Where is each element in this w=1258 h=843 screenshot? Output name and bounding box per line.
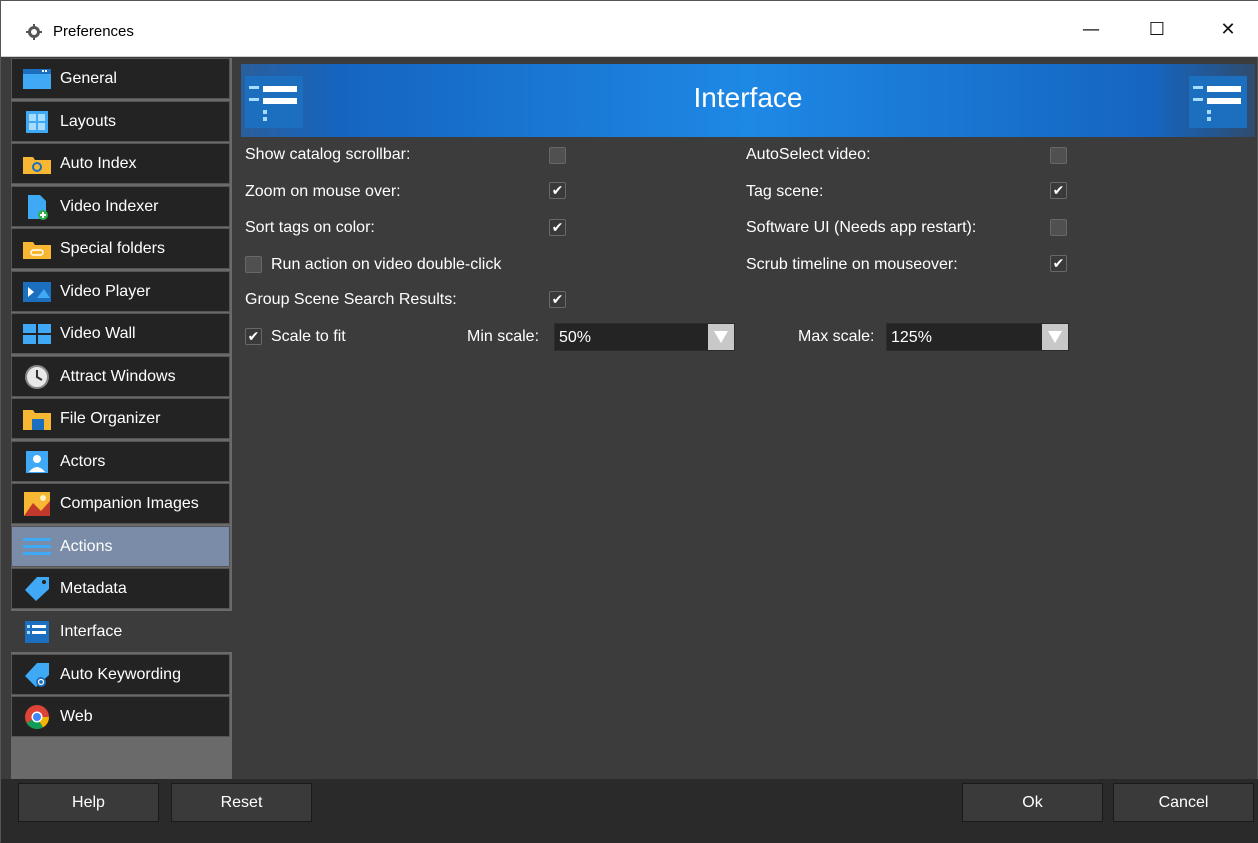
sidebar-item-label: Companion Images [60, 494, 199, 512]
chevron-down-icon [1042, 324, 1068, 350]
scrub-timeline-label: Scrub timeline on mouseover: [746, 256, 958, 273]
sidebar-item-label: Layouts [60, 112, 117, 130]
zoom-on-mouse-over-label: Zoom on mouse over: [245, 183, 401, 200]
file-organizer-icon [22, 406, 52, 432]
sidebar-item-actions[interactable]: Actions [11, 526, 230, 567]
sidebar-item-label: Video Player [60, 282, 151, 300]
max-scale-dropdown[interactable]: 125% [886, 323, 1069, 351]
sidebar-item-label: Video Wall [60, 324, 136, 342]
section-header: Interface [241, 64, 1255, 137]
general-icon [22, 66, 52, 92]
sidebar-item-label: File Organizer [60, 409, 161, 427]
video-wall-icon [22, 321, 52, 347]
max-scale-label: Max scale: [798, 328, 875, 345]
sidebar-item-video-wall[interactable]: Video Wall [11, 313, 230, 354]
sidebar-item-label: General [60, 69, 117, 87]
sidebar-item-layouts[interactable]: Layouts [11, 101, 230, 142]
min-scale-dropdown[interactable]: 50% [554, 323, 735, 351]
chrome-icon [22, 704, 52, 730]
group-scene-search-checkbox[interactable]: ✔ [549, 291, 566, 308]
software-ui-checkbox[interactable] [1050, 219, 1067, 236]
min-scale-label: Min scale: [467, 328, 540, 345]
actor-icon [22, 449, 52, 475]
group-scene-search-label: Group Scene Search Results: [245, 291, 457, 308]
sidebar-item-attract-windows[interactable]: Attract Windows [11, 356, 230, 397]
special-folders-icon [22, 236, 52, 262]
window-title: Preferences [53, 23, 134, 40]
scale-to-fit-checkbox[interactable]: ✔ [245, 328, 262, 345]
sidebar-item-auto-index[interactable]: Auto Index [11, 143, 230, 184]
sidebar: General Layouts Auto Index Video Indexer… [11, 58, 232, 779]
run-action-double-click-checkbox[interactable] [245, 256, 262, 273]
sidebar-item-general[interactable]: General [11, 58, 230, 99]
tag-icon [22, 576, 52, 602]
auto-tag-icon [22, 662, 52, 688]
sidebar-item-file-organizer[interactable]: File Organizer [11, 398, 230, 439]
sidebar-item-label: Video Indexer [60, 197, 159, 215]
page-title: Interface [693, 82, 803, 113]
sidebar-item-label: Auto Keywording [60, 665, 181, 683]
clock-icon [22, 364, 52, 390]
title-bar: Preferences — ☐ ✕ [1, 1, 1258, 57]
sidebar-item-label: Interface [60, 622, 123, 640]
sidebar-item-label: Actions [60, 537, 113, 555]
sidebar-item-actors[interactable]: Actors [11, 441, 230, 482]
sidebar-item-special-folders[interactable]: Special folders [11, 228, 230, 269]
button-bar: Help Reset Ok Cancel [1, 779, 1258, 843]
chevron-down-icon [708, 324, 734, 350]
sidebar-item-label: Special folders [60, 239, 165, 257]
sort-tags-on-color-checkbox[interactable]: ✔ [549, 219, 566, 236]
sidebar-item-video-player[interactable]: Video Player [11, 271, 230, 312]
minimize-button[interactable]: — [1068, 11, 1114, 47]
sidebar-item-video-indexer[interactable]: Video Indexer [11, 186, 230, 227]
tag-scene-label: Tag scene: [746, 183, 824, 200]
autoselect-video-checkbox[interactable] [1050, 147, 1067, 164]
run-action-double-click-label: Run action on video double-click [271, 256, 502, 273]
show-catalog-scrollbar-label: Show catalog scrollbar: [245, 146, 411, 163]
sort-tags-on-color-label: Sort tags on color: [245, 219, 375, 236]
tag-scene-checkbox[interactable]: ✔ [1050, 182, 1067, 199]
sidebar-item-web[interactable]: Web [11, 696, 230, 737]
sidebar-item-auto-keywording[interactable]: Auto Keywording [11, 654, 230, 695]
sidebar-item-companion-images[interactable]: Companion Images [11, 483, 230, 524]
reset-button[interactable]: Reset [171, 783, 312, 822]
interface-icon [22, 619, 52, 645]
layouts-icon [22, 109, 52, 135]
zoom-on-mouse-over-checkbox[interactable]: ✔ [549, 182, 566, 199]
show-catalog-scrollbar-checkbox[interactable] [549, 147, 566, 164]
video-indexer-icon [22, 194, 52, 220]
scrub-timeline-checkbox[interactable]: ✔ [1050, 255, 1067, 272]
gear-icon [26, 24, 42, 40]
preferences-window: Preferences — ☐ ✕ General Layouts Auto I… [0, 0, 1258, 843]
sidebar-item-interface[interactable]: Interface [11, 611, 232, 652]
sidebar-item-metadata[interactable]: Metadata [11, 568, 230, 609]
autoselect-video-label: AutoSelect video: [746, 146, 871, 163]
max-scale-value: 125% [891, 329, 932, 346]
cancel-button[interactable]: Cancel [1113, 783, 1254, 822]
ok-button[interactable]: Ok [962, 783, 1103, 822]
maximize-button[interactable]: ☐ [1134, 11, 1180, 47]
help-button[interactable]: Help [18, 783, 159, 822]
software-ui-label: Software UI (Needs app restart): [746, 219, 977, 236]
scale-to-fit-label: Scale to fit [271, 328, 346, 345]
min-scale-value: 50% [559, 329, 592, 346]
auto-index-icon [22, 151, 52, 177]
sidebar-item-label: Actors [60, 452, 106, 470]
sidebar-item-label: Web [60, 707, 93, 725]
video-player-icon [22, 279, 52, 305]
interface-icon [1189, 76, 1247, 128]
close-button[interactable]: ✕ [1205, 11, 1251, 47]
sidebar-item-label: Auto Index [60, 154, 137, 172]
image-icon [22, 491, 52, 517]
sidebar-item-label: Attract Windows [60, 367, 176, 385]
sidebar-item-label: Metadata [60, 579, 127, 597]
actions-icon [22, 534, 52, 560]
